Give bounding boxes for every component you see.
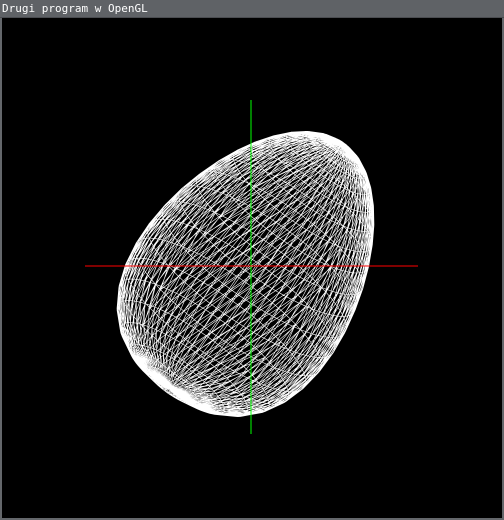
- scene-canvas: [85, 100, 418, 434]
- app-window: Drugi program w OpenGL: [0, 0, 504, 520]
- egg-mesh-lines: [116, 131, 375, 417]
- title-bar[interactable]: Drugi program w OpenGL: [0, 0, 504, 18]
- window-title: Drugi program w OpenGL: [2, 2, 148, 15]
- opengl-viewport[interactable]: [2, 18, 502, 518]
- egg-wireframe: [116, 131, 375, 417]
